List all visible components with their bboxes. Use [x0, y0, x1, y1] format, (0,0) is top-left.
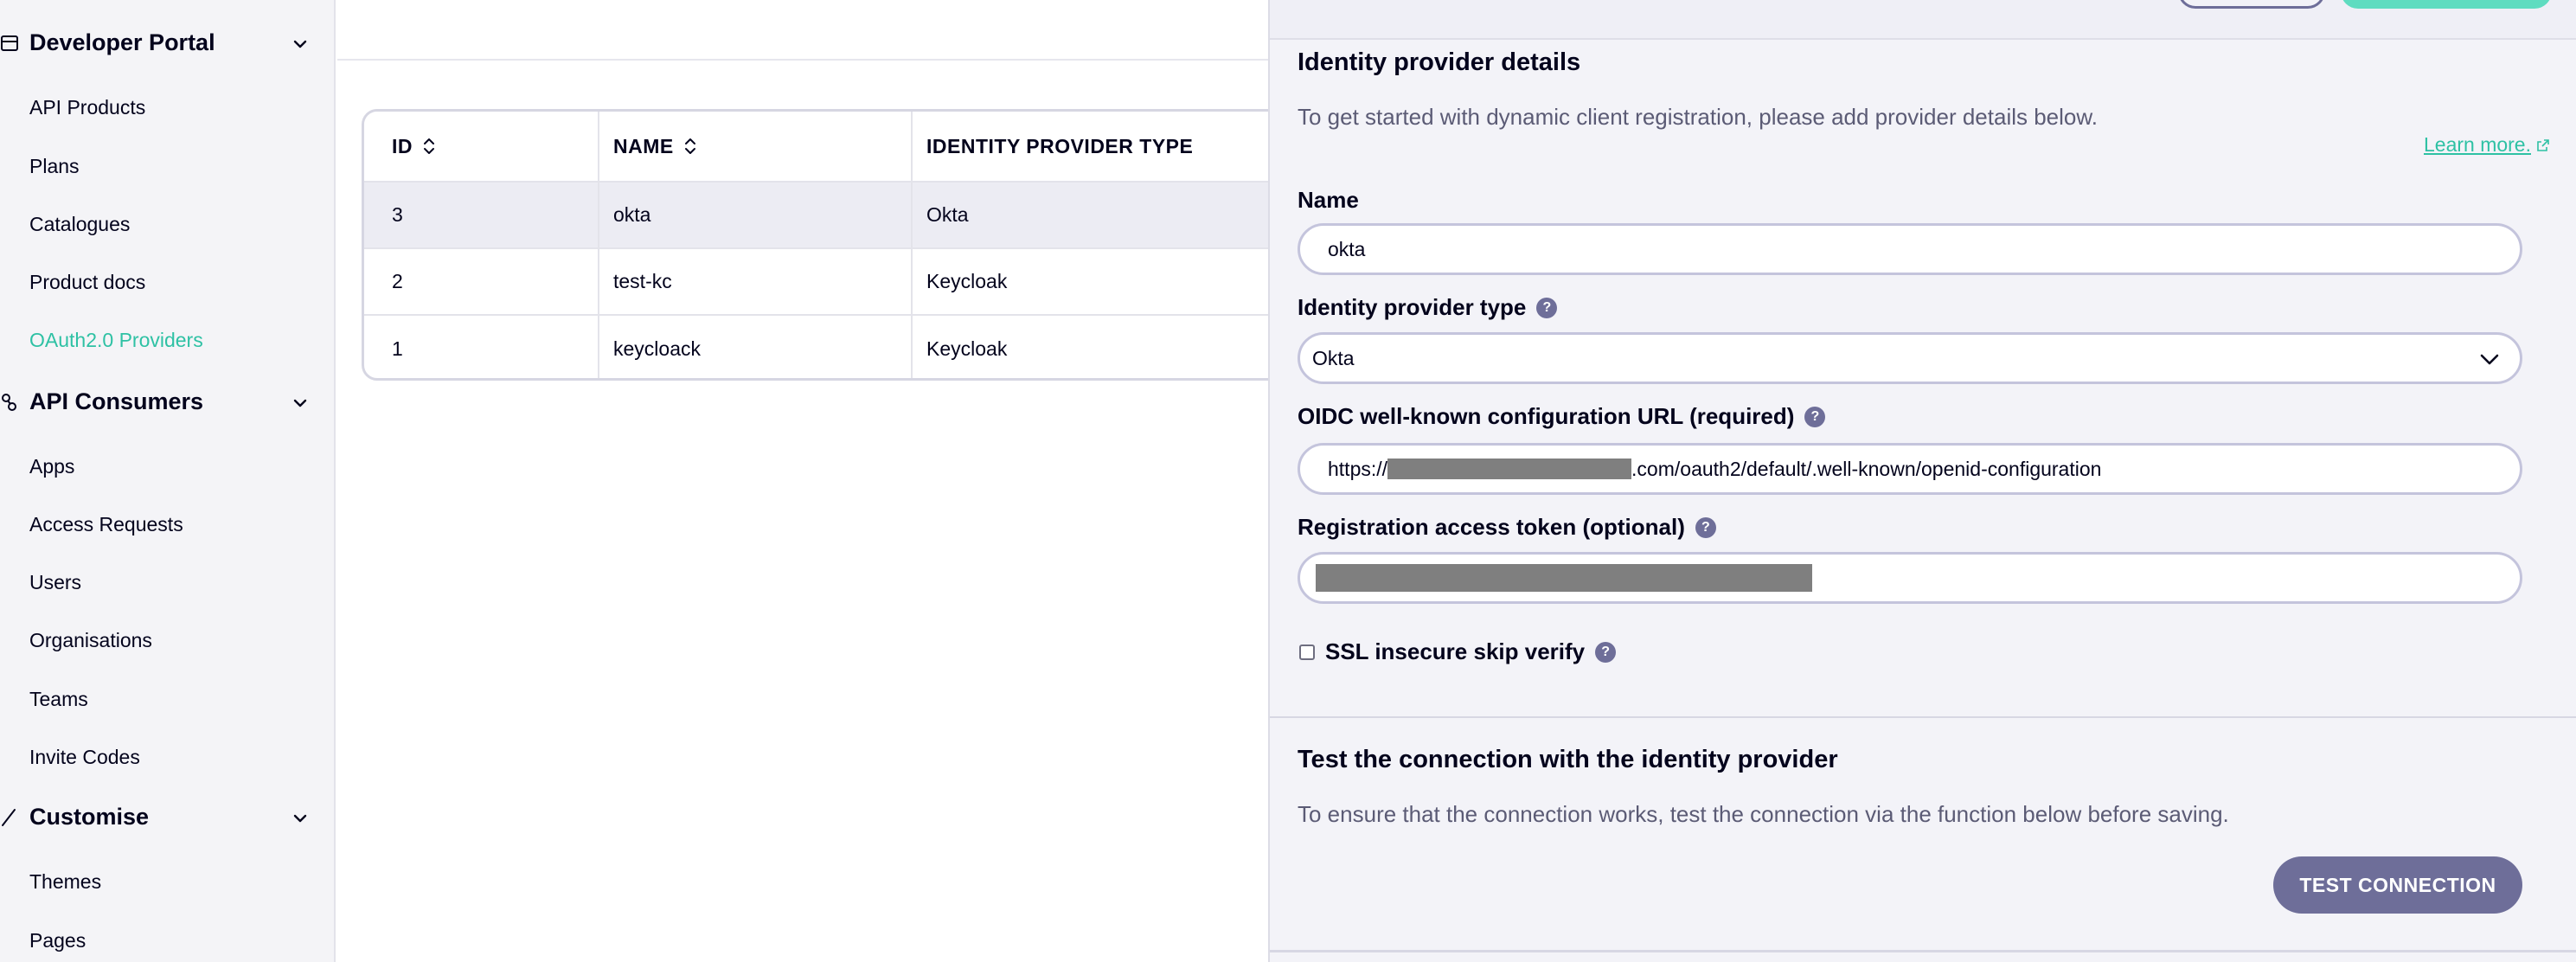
name-label: Name — [1298, 187, 1359, 214]
chevron-down-icon — [2480, 354, 2499, 365]
providers-table: ID NAME IDENTITY PROVIDER TYPE 3 okta Ok… — [362, 109, 1313, 381]
cancel-button[interactable] — [2178, 0, 2325, 9]
registration-token-label: Registration access token (optional) ? — [1298, 514, 1716, 541]
cell-id: 1 — [364, 316, 599, 378]
label-text: Registration access token (optional) — [1298, 514, 1685, 540]
section-title: Test the connection with the identity pr… — [1298, 746, 1838, 773]
provider-type-label: Identity provider type ? — [1298, 294, 1558, 321]
section-title: Developer Portal — [29, 29, 215, 55]
table-row[interactable]: 3 okta Okta — [364, 183, 1310, 249]
sort-icon[interactable] — [684, 136, 696, 157]
section-description: To get started with dynamic client regis… — [1298, 104, 2098, 130]
help-icon[interactable]: ? — [1595, 641, 1617, 663]
section-developer-portal[interactable]: Developer Portal — [0, 17, 336, 69]
cell-id: 2 — [364, 249, 599, 314]
registration-token-input[interactable] — [1298, 552, 2522, 604]
redacted-block — [1316, 564, 1812, 592]
name-input[interactable]: okta — [1298, 223, 2522, 275]
section-title: Customise — [29, 804, 150, 830]
main-topbar — [337, 0, 1272, 61]
external-link-icon — [2537, 138, 2549, 151]
save-button[interactable] — [2341, 0, 2552, 9]
drawer-header — [1270, 0, 2576, 40]
url-suffix: .com/oauth2/default/.well-known/openid-c… — [1631, 457, 2102, 480]
help-icon[interactable]: ? — [1804, 406, 1826, 427]
help-icon[interactable]: ? — [1536, 297, 1558, 318]
chevron-down-icon[interactable] — [291, 394, 310, 413]
learn-more-link[interactable]: Learn more. — [2424, 133, 2550, 157]
column-header-label: IDENTITY PROVIDER TYPE — [926, 134, 1194, 157]
cell-name: keycloack — [599, 316, 913, 378]
provider-type-select[interactable]: Okta — [1298, 332, 2522, 384]
redacted-block — [1387, 459, 1632, 479]
sidebar-item-product-docs[interactable]: Product docs — [29, 266, 145, 298]
table-row[interactable]: 2 test-kc Keycloak — [364, 249, 1310, 316]
cell-id: 3 — [364, 183, 599, 247]
column-header-label: NAME — [613, 134, 674, 157]
selected-value: Okta — [1312, 346, 1355, 369]
sidebar-item-organisations[interactable]: Organisations — [29, 625, 152, 656]
section-title: API Consumers — [29, 388, 204, 414]
chevron-down-icon[interactable] — [291, 809, 310, 828]
consumers-icon — [2, 394, 16, 411]
oidc-url-label: OIDC well-known configuration URL (requi… — [1298, 403, 1826, 430]
sidebar-item-api-products[interactable]: API Products — [29, 92, 145, 123]
section-api-consumers[interactable]: API Consumers — [0, 376, 336, 428]
sidebar-item-apps[interactable]: Apps — [29, 451, 74, 482]
label-text: OIDC well-known configuration URL (requi… — [1298, 403, 1795, 429]
sidebar-item-oauth-providers[interactable]: OAuth2.0 Providers — [29, 324, 203, 356]
column-header-label: ID — [392, 134, 413, 157]
ssl-skip-verify-row: SSL insecure skip verify ? — [1299, 638, 1617, 665]
sort-icon[interactable] — [423, 136, 435, 157]
url-prefix: https:// — [1328, 457, 1388, 480]
oidc-url-input[interactable]: https:// .com/oauth2/default/.well-known… — [1298, 443, 2522, 495]
cell-name: test-kc — [599, 249, 913, 314]
cell-type: Keycloak — [926, 337, 1008, 360]
brush-icon — [2, 809, 16, 826]
column-header-id[interactable]: ID — [364, 112, 599, 181]
label-text: Identity provider type — [1298, 294, 1527, 320]
sidebar-item-pages[interactable]: Pages — [29, 925, 86, 956]
ssl-skip-verify-checkbox[interactable] — [1299, 644, 1315, 660]
section-description: To ensure that the connection works, tes… — [1298, 801, 2229, 827]
table-row[interactable]: 1 keycloack Keycloak — [364, 316, 1310, 378]
sidebar-item-catalogues[interactable]: Catalogues — [29, 208, 130, 240]
divider — [1270, 716, 2576, 718]
test-connection-button[interactable]: TEST CONNECTION — [2273, 856, 2522, 914]
section-customise[interactable]: Customise — [0, 792, 336, 843]
sidebar-item-users[interactable]: Users — [29, 567, 81, 598]
sidebar-item-access-requests[interactable]: Access Requests — [29, 509, 183, 540]
learn-more-label: Learn more. — [2423, 133, 2531, 156]
provider-details-drawer: Identity provider details To get started… — [1268, 0, 2576, 962]
checkbox-label: SSL insecure skip verify — [1325, 638, 1586, 664]
cell-name: okta — [599, 183, 913, 247]
sidebar-item-teams[interactable]: Teams — [29, 683, 88, 715]
portal-icon — [1, 35, 18, 51]
sidebar-item-invite-codes[interactable]: Invite Codes — [29, 741, 140, 773]
column-header-type: IDENTITY PROVIDER TYPE — [913, 112, 1310, 181]
cell-type: Keycloak — [926, 270, 1008, 292]
sidebar-item-themes[interactable]: Themes — [29, 866, 101, 897]
label-text: Name — [1298, 187, 1359, 213]
section-title: Identity provider details — [1298, 48, 1581, 76]
sidebar: Developer Portal API Products Plans Cata… — [0, 0, 336, 962]
column-header-name[interactable]: NAME — [599, 112, 913, 181]
cell-type: Okta — [926, 203, 969, 226]
chevron-down-icon[interactable] — [291, 35, 310, 54]
table-header-row: ID NAME IDENTITY PROVIDER TYPE — [364, 112, 1310, 183]
sidebar-item-plans[interactable]: Plans — [29, 151, 80, 182]
input-value: okta — [1328, 237, 1366, 260]
help-icon[interactable]: ? — [1695, 516, 1716, 538]
divider — [1270, 950, 2576, 952]
